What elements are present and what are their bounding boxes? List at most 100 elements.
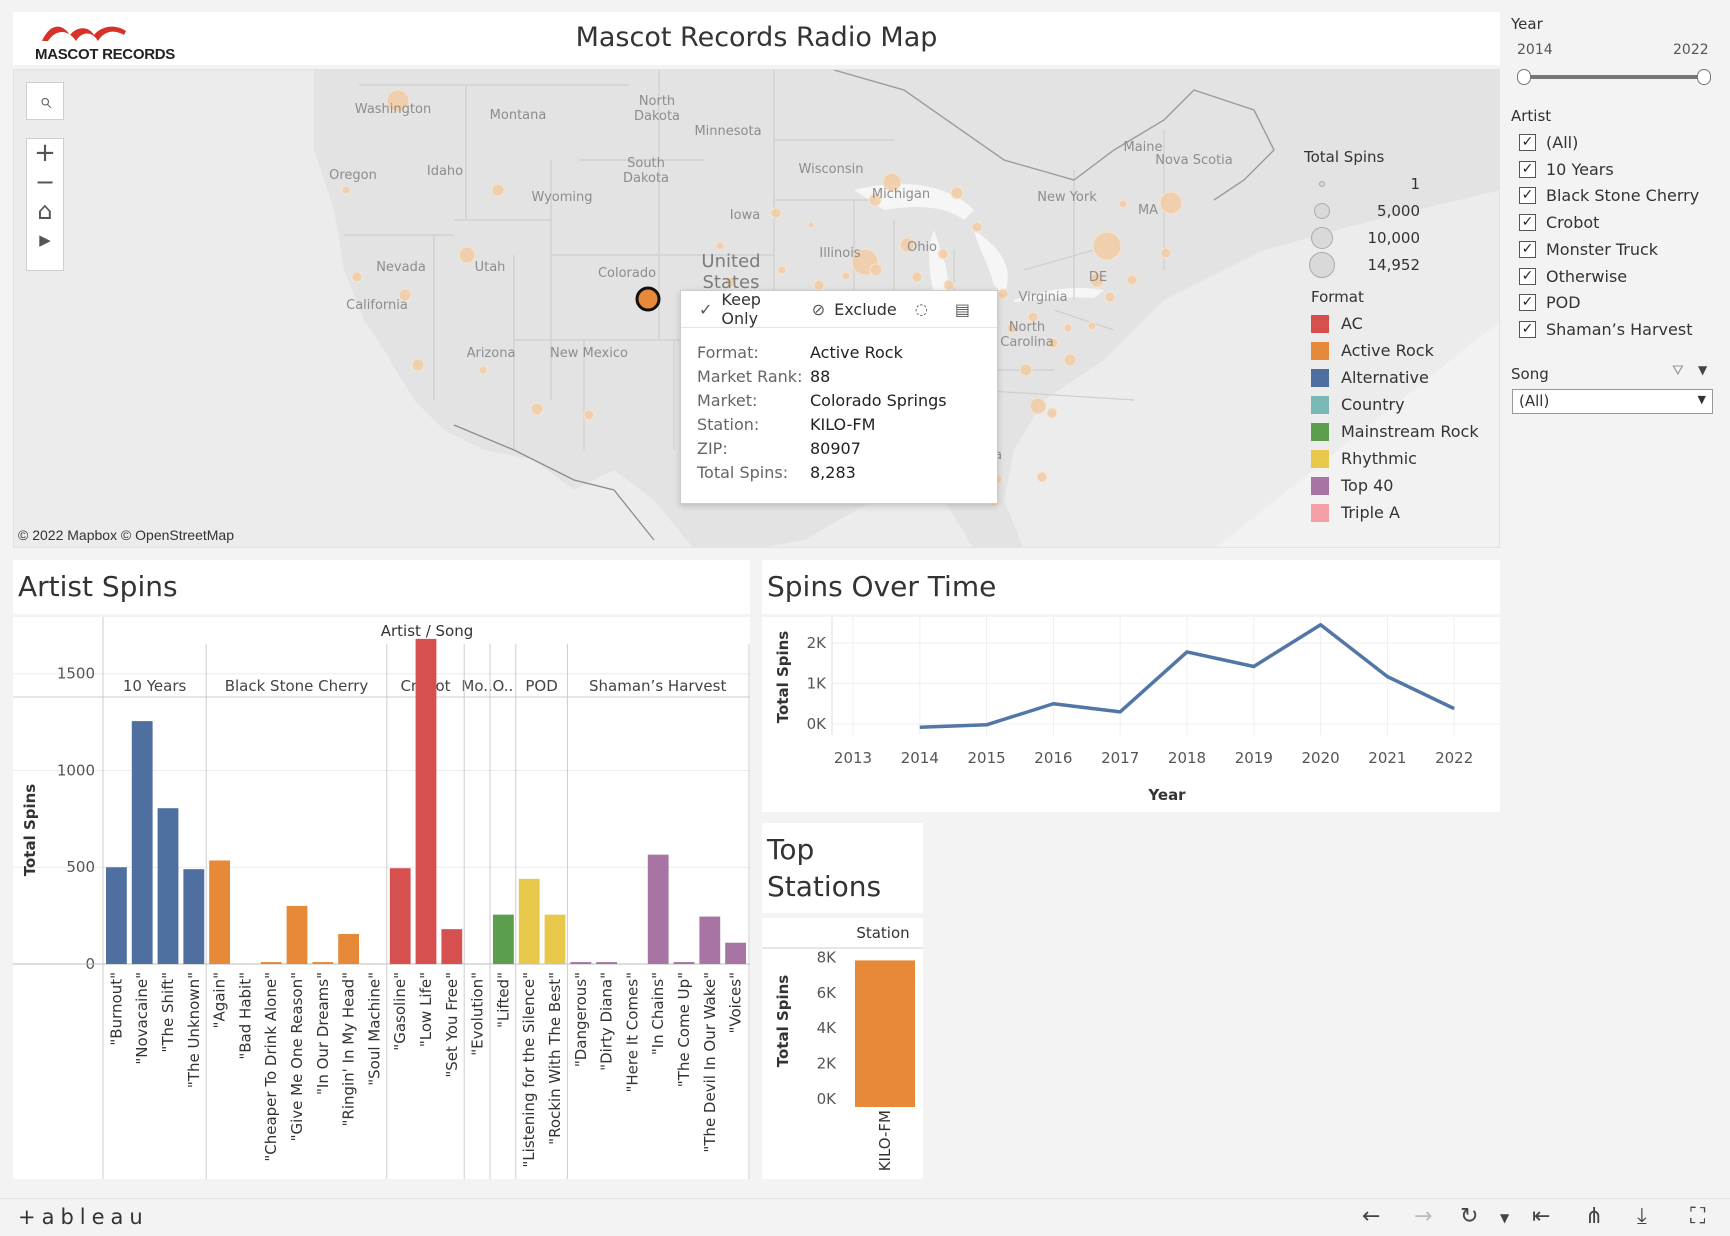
song-bar[interactable] <box>647 854 669 964</box>
artist-checkbox-item[interactable]: ✓ POD <box>1519 289 1581 316</box>
format-legend-item[interactable]: Triple A <box>1311 499 1491 526</box>
artist-checkbox-item[interactable]: ✓ Otherwise <box>1519 263 1627 290</box>
checkbox[interactable]: ✓ <box>1519 267 1536 285</box>
station-point[interactable] <box>341 185 351 195</box>
top-stations-chart[interactable]: Station 0K 2K 4K 6K 8K Total Spins KILO-FM <box>762 918 923 1179</box>
checkbox[interactable]: ✓ <box>1519 187 1536 205</box>
song-bar[interactable] <box>493 914 514 964</box>
song-bar[interactable] <box>106 867 127 964</box>
station-point[interactable] <box>351 271 363 283</box>
song-bar[interactable] <box>725 942 746 964</box>
format-legend-item[interactable]: AC <box>1311 310 1491 337</box>
reset-icon[interactable]: ⇤ <box>1532 1204 1550 1229</box>
exclude-button[interactable]: ⊘ Exclude <box>812 300 897 319</box>
map-search-button[interactable]: ⌕ <box>26 82 64 120</box>
revert-menu-icon[interactable]: ▼ <box>1500 1211 1509 1225</box>
station-point[interactable] <box>411 358 425 372</box>
checkbox[interactable]: ✓ <box>1519 320 1536 338</box>
station-point[interactable] <box>1036 471 1048 483</box>
song-select[interactable]: (All) ▼ <box>1512 389 1713 414</box>
artist-checkbox-item[interactable]: ✓ Crobot <box>1519 209 1599 236</box>
share-icon[interactable]: ⋔ <box>1585 1204 1603 1229</box>
station-point[interactable] <box>777 265 787 275</box>
station-point[interactable] <box>491 183 505 197</box>
song-bar[interactable] <box>312 962 334 964</box>
song-bar[interactable] <box>183 869 205 964</box>
zoom-in-icon[interactable]: + <box>34 139 56 168</box>
format-legend-item[interactable]: Mainstream Rock <box>1311 418 1491 445</box>
zoom-out-icon[interactable]: − <box>35 168 55 197</box>
station-point[interactable] <box>971 221 983 233</box>
station-point[interactable] <box>1087 321 1097 331</box>
song-bar[interactable] <box>389 868 411 964</box>
station-point[interactable] <box>1160 247 1172 259</box>
song-bar[interactable] <box>260 962 282 964</box>
song-bar[interactable] <box>338 934 359 964</box>
year-slider-track[interactable] <box>1524 75 1704 79</box>
format-legend-item[interactable]: Active Rock <box>1311 337 1491 364</box>
station-point[interactable] <box>911 271 923 283</box>
view-data-button[interactable]: ▤ <box>955 300 979 319</box>
station-point[interactable] <box>841 271 851 281</box>
year-slider-max-handle[interactable] <box>1697 69 1711 85</box>
keep-only-button[interactable]: ✓ Keep Only <box>699 290 794 328</box>
artist-checkbox-item[interactable]: ✓ 10 Years <box>1519 156 1614 183</box>
format-legend-item[interactable]: Alternative <box>1311 364 1491 391</box>
checkbox[interactable]: ✓ <box>1519 294 1536 312</box>
checkbox[interactable]: ✓ <box>1519 160 1536 178</box>
format-legend-item[interactable]: Rhythmic <box>1311 445 1491 472</box>
song-bar[interactable] <box>596 962 617 964</box>
artist-checkbox-item[interactable]: ✓ (All) <box>1519 129 1578 156</box>
revert-icon[interactable]: ↻ <box>1460 1204 1478 1229</box>
filter-menu-icon[interactable]: ▼ <box>1698 363 1707 377</box>
station-point[interactable] <box>715 241 725 251</box>
spins-over-time-chart[interactable]: 2013 2014 2015 2016 2017 2018 2019 2020 2021 2022… <box>762 617 1540 812</box>
artist-checkbox-item[interactable]: ✓ Black Stone Cherry <box>1519 182 1699 209</box>
station-point[interactable] <box>1118 199 1128 209</box>
checkbox[interactable]: ✓ <box>1519 214 1536 232</box>
station-bar[interactable] <box>855 960 915 1107</box>
lightbulb-button[interactable]: ◌ <box>915 300 937 318</box>
download-icon[interactable]: ⤓ <box>1637 1204 1647 1229</box>
song-bar[interactable] <box>699 916 721 964</box>
song-bar[interactable] <box>544 914 566 964</box>
station-point[interactable] <box>997 288 1009 300</box>
song-bar[interactable] <box>209 860 230 964</box>
song-bar[interactable] <box>415 638 437 964</box>
station-point[interactable] <box>813 279 825 291</box>
checkbox[interactable]: ✓ <box>1519 134 1536 151</box>
station-point[interactable] <box>458 246 476 264</box>
station-point[interactable] <box>1029 397 1047 415</box>
format-legend-item[interactable]: Top 40 <box>1311 472 1491 499</box>
station-point[interactable] <box>1159 191 1183 215</box>
undo-icon[interactable]: ← <box>1362 1204 1380 1229</box>
year-slider-min-handle[interactable] <box>1517 69 1531 85</box>
station-point[interactable] <box>478 365 488 375</box>
station-point[interactable] <box>1019 363 1033 377</box>
tableau-logo[interactable]: +ableau <box>18 1205 149 1229</box>
song-bar[interactable] <box>518 878 540 964</box>
play-icon[interactable]: ▶ <box>39 226 51 255</box>
station-point[interactable] <box>807 221 815 229</box>
station-point[interactable] <box>943 279 955 291</box>
song-bar[interactable] <box>570 962 592 964</box>
song-bar[interactable] <box>673 962 695 964</box>
radio-map[interactable]: Washington Montana North Dakota Minnesota Or… <box>13 69 1500 548</box>
fullscreen-icon[interactable]: ⛶ <box>1690 1204 1705 1229</box>
selected-station-point[interactable] <box>635 286 661 312</box>
station-point[interactable] <box>770 207 782 219</box>
redo-icon[interactable]: → <box>1414 1204 1432 1229</box>
artist-spins-chart[interactable]: Artist / Song050010001500Total Spins10 Y… <box>13 617 750 1179</box>
format-legend-item[interactable]: Country <box>1311 391 1491 418</box>
song-bar[interactable] <box>441 929 463 964</box>
station-point[interactable] <box>583 409 595 421</box>
station-point[interactable] <box>1092 231 1122 261</box>
artist-checkbox-item[interactable]: ✓ Shaman’s Harvest <box>1519 316 1692 343</box>
song-bar[interactable] <box>286 905 308 964</box>
filter-funnel-icon[interactable]: ⛛ <box>1672 363 1684 379</box>
song-bar[interactable] <box>157 808 179 964</box>
checkbox[interactable]: ✓ <box>1519 240 1536 258</box>
station-point[interactable] <box>950 186 964 200</box>
artist-checkbox-item[interactable]: ✓ Monster Truck <box>1519 236 1658 263</box>
home-icon[interactable]: ⌂ <box>37 197 52 226</box>
